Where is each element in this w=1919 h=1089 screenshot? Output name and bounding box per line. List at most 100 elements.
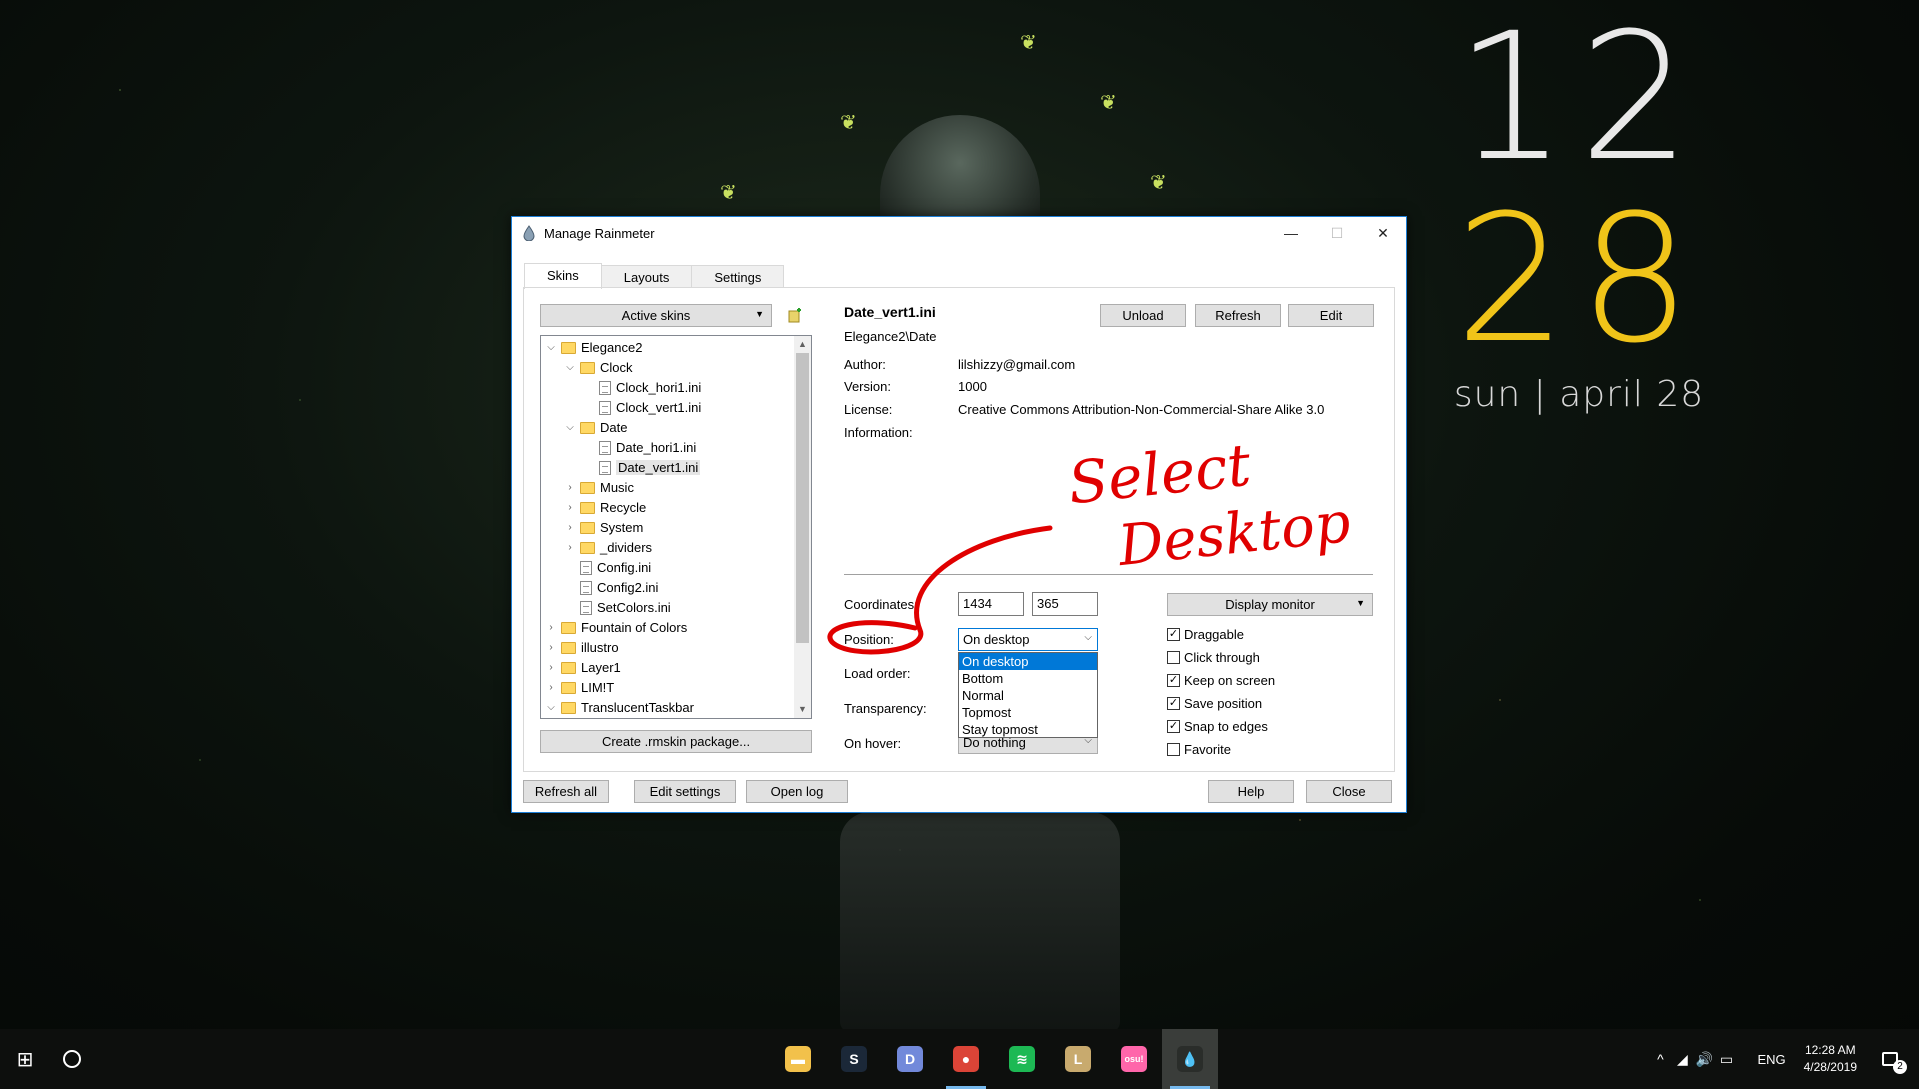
checkbox-box[interactable]: ✓ xyxy=(1167,628,1180,641)
checkbox-box[interactable]: ✓ xyxy=(1167,697,1180,710)
taskbar-app-steam[interactable]: S xyxy=(826,1029,882,1089)
taskbar-app-rainmeter[interactable]: 💧 xyxy=(1162,1029,1218,1089)
wifi-icon[interactable]: ◢ xyxy=(1671,1051,1693,1068)
click-through-checkbox[interactable]: Click through xyxy=(1167,650,1260,665)
refresh-all-button[interactable]: Refresh all xyxy=(523,780,609,803)
position-option-topmost[interactable]: Topmost xyxy=(959,704,1097,721)
tree-file[interactable]: Date_vert1.ini xyxy=(583,458,701,477)
windows-start-icon[interactable]: ⊞ xyxy=(1,1029,49,1089)
expand-icon[interactable]: › xyxy=(545,642,557,653)
checkbox-box[interactable] xyxy=(1167,743,1180,756)
refresh-button[interactable]: Refresh xyxy=(1195,304,1281,327)
tab-layouts[interactable]: Layouts xyxy=(600,265,693,287)
open-log-button[interactable]: Open log xyxy=(746,780,848,803)
position-option-on-desktop[interactable]: On desktop xyxy=(959,653,1097,670)
cortana-search-icon[interactable] xyxy=(49,1029,95,1089)
position-option-normal[interactable]: Normal xyxy=(959,687,1097,704)
tree-folder[interactable]: ⌵ Date xyxy=(564,418,627,437)
position-dropdown-list[interactable]: On desktop Bottom Normal Topmost Stay to… xyxy=(958,652,1098,738)
collapse-icon[interactable]: ⌵ xyxy=(564,422,576,433)
volume-icon[interactable]: 🔊 xyxy=(1693,1051,1715,1068)
taskbar-app-spotify[interactable]: ≋ xyxy=(994,1029,1050,1089)
language-indicator[interactable]: ENG xyxy=(1757,1052,1785,1067)
tree-file[interactable]: Clock_vert1.ini xyxy=(583,398,701,417)
expand-icon[interactable]: › xyxy=(564,502,576,513)
snap-to-edges-checkbox[interactable]: ✓ Snap to edges xyxy=(1167,719,1268,734)
position-option-bottom[interactable]: Bottom xyxy=(959,670,1097,687)
x-coordinate-input[interactable]: 1434 xyxy=(958,592,1024,616)
position-select[interactable]: On desktop ⌵ xyxy=(958,628,1098,651)
checkbox-label: Click through xyxy=(1184,650,1260,665)
battery-icon[interactable]: ▭ xyxy=(1715,1051,1737,1068)
tree-scrollbar[interactable]: ▲ ▼ xyxy=(794,336,811,718)
checkbox-box[interactable]: ✓ xyxy=(1167,674,1180,687)
collapse-icon[interactable]: ⌵ xyxy=(564,362,576,373)
tree-folder[interactable]: › Music xyxy=(564,478,634,497)
taskbar-clock[interactable]: 12:28 AM 4/28/2019 xyxy=(1804,1042,1857,1076)
tree-file[interactable]: SetColors.ini xyxy=(564,598,671,617)
favorite-checkbox[interactable]: Favorite xyxy=(1167,742,1231,757)
tree-folder[interactable]: ⌵ Clock xyxy=(564,358,632,377)
scroll-up-icon[interactable]: ▲ xyxy=(794,336,811,353)
tree-folder[interactable]: ⌵ TranslucentTaskbar xyxy=(545,698,694,717)
active-skins-button[interactable]: Active skins ▼ xyxy=(540,304,772,327)
action-center-icon[interactable]: 2 xyxy=(1875,1044,1907,1074)
tree-file[interactable]: Clock_hori1.ini xyxy=(583,378,701,397)
show-hidden-icons-icon[interactable]: ^ xyxy=(1649,1051,1671,1067)
expand-icon[interactable]: › xyxy=(545,622,557,633)
skin-name: Date_vert1.ini xyxy=(844,304,936,320)
tree-folder[interactable]: › Recycle xyxy=(564,498,646,517)
display-monitor-button[interactable]: Display monitor ▼ xyxy=(1167,593,1373,616)
information-label: Information: xyxy=(844,425,913,440)
unload-button[interactable]: Unload xyxy=(1100,304,1186,327)
expand-icon[interactable]: › xyxy=(564,522,576,533)
edit-settings-button[interactable]: Edit settings xyxy=(634,780,736,803)
tree-folder[interactable]: › _dividers xyxy=(564,538,652,557)
expand-icon[interactable]: › xyxy=(564,482,576,493)
tree-file[interactable]: Config.ini xyxy=(564,558,651,577)
taskbar-app-chrome[interactable]: ● xyxy=(938,1029,994,1089)
y-coordinate-input[interactable]: 365 xyxy=(1032,592,1098,616)
collapse-icon[interactable]: ⌵ xyxy=(545,702,557,713)
skins-tree[interactable]: ▲ ▼ ⌵ Elegance2 ⌵ Clock Clock_hori1.ini Clock… xyxy=(540,335,812,719)
edit-button[interactable]: Edit xyxy=(1288,304,1374,327)
taskbar-app-file-explorer[interactable]: ▬ xyxy=(770,1029,826,1089)
expand-icon[interactable]: › xyxy=(545,662,557,673)
tree-folder[interactable]: ⌵ Elegance2 xyxy=(545,338,642,357)
tree-folder[interactable]: › LIM!T xyxy=(545,678,614,697)
tree-folder[interactable]: › illustro xyxy=(545,638,618,657)
tab-skins[interactable]: Skins xyxy=(524,263,602,289)
tree-item-label: _dividers xyxy=(600,540,653,555)
close-window-button[interactable]: ✕ xyxy=(1360,217,1406,249)
tree-folder[interactable]: › Fountain of Colors xyxy=(545,618,687,637)
create-rmskin-button[interactable]: Create .rmskin package... xyxy=(540,730,812,753)
expand-icon[interactable]: › xyxy=(564,542,576,553)
close-button[interactable]: Close xyxy=(1306,780,1392,803)
expand-icon[interactable]: › xyxy=(545,682,557,693)
tree-file[interactable]: Date_hori1.ini xyxy=(583,438,696,457)
tree-file[interactable]: Config2.ini xyxy=(564,578,658,597)
tree-folder[interactable]: › Layer1 xyxy=(545,658,620,677)
help-button[interactable]: Help xyxy=(1208,780,1294,803)
minimize-button[interactable]: — xyxy=(1268,217,1314,249)
checkbox-label: Favorite xyxy=(1184,742,1231,757)
position-option-stay-topmost[interactable]: Stay topmost xyxy=(959,721,1097,738)
taskbar-app-league[interactable]: L xyxy=(1050,1029,1106,1089)
add-skin-icon[interactable] xyxy=(788,307,802,323)
checkbox-box[interactable]: ✓ xyxy=(1167,720,1180,733)
tab-settings[interactable]: Settings xyxy=(691,265,785,287)
save-position-checkbox[interactable]: ✓ Save position xyxy=(1167,696,1262,711)
title-bar[interactable]: Manage Rainmeter — ☐ ✕ xyxy=(512,217,1406,249)
clock-date: sun | april 28 xyxy=(1453,374,1705,415)
keep-on-screen-checkbox[interactable]: ✓ Keep on screen xyxy=(1167,673,1275,688)
taskbar-app-osu[interactable]: osu! xyxy=(1106,1029,1162,1089)
tree-item-label: Date_hori1.ini xyxy=(616,440,697,455)
tree-folder[interactable]: › System xyxy=(564,518,643,537)
checkbox-box[interactable] xyxy=(1167,651,1180,664)
tree-item-label: SetColors.ini xyxy=(597,600,671,615)
draggable-checkbox[interactable]: ✓ Draggable xyxy=(1167,627,1244,642)
scroll-down-icon[interactable]: ▼ xyxy=(794,701,811,718)
scroll-thumb[interactable] xyxy=(796,353,809,643)
taskbar-app-discord[interactable]: D xyxy=(882,1029,938,1089)
collapse-icon[interactable]: ⌵ xyxy=(545,342,557,353)
